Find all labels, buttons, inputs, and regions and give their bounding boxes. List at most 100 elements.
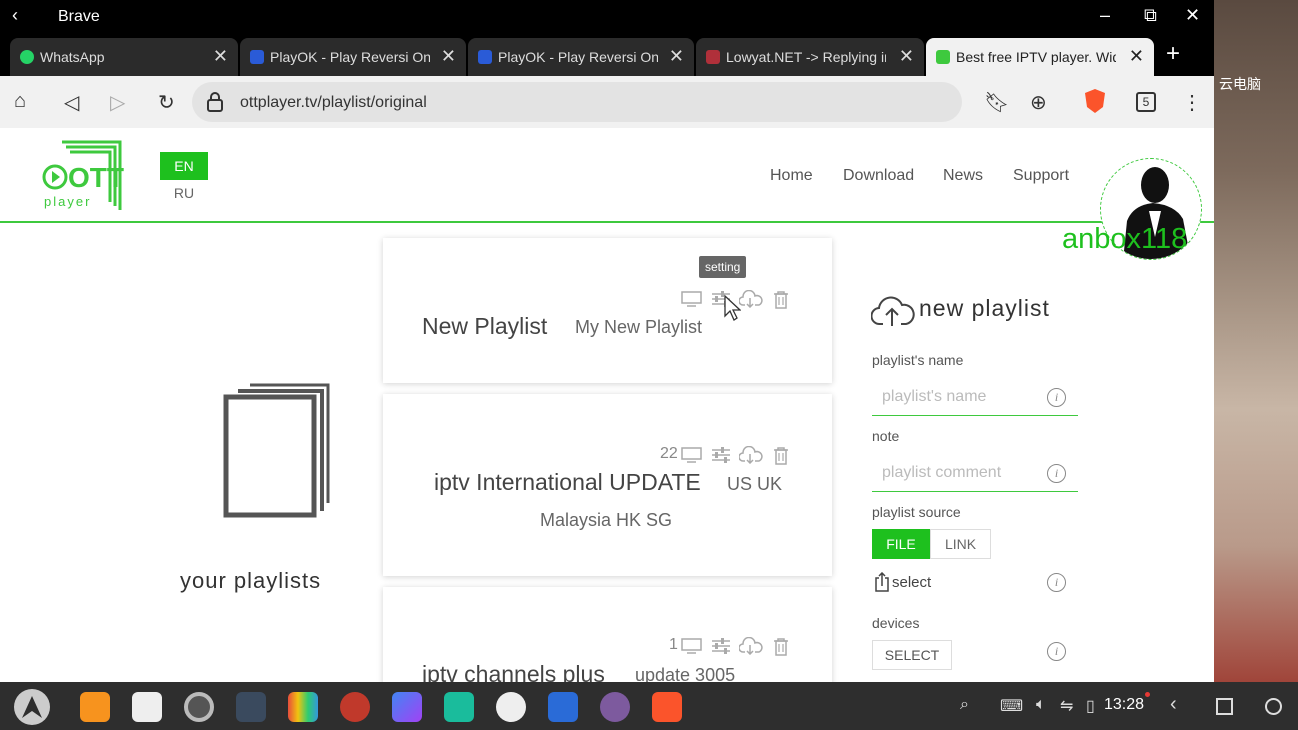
back-arrow-icon[interactable]: ‹ bbox=[12, 5, 18, 26]
lowyat-icon bbox=[706, 50, 720, 64]
home-nav-icon[interactable] bbox=[1265, 698, 1282, 715]
notification-dot bbox=[1145, 692, 1150, 697]
tab-playok-2[interactable]: PlayOK - Play Reversi Online ✕ bbox=[468, 38, 694, 76]
forward-icon[interactable]: ▷ bbox=[110, 90, 125, 115]
browser-window: ‹ Brave – ⧉ ✕ WhatsApp ✕ PlayOK - Play R… bbox=[0, 0, 1214, 682]
menu-kebab-icon[interactable]: ⋮ bbox=[1182, 90, 1202, 115]
tab-label: Best free IPTV player. Widg bbox=[956, 49, 1116, 65]
notes-app-icon[interactable] bbox=[132, 692, 162, 722]
clock-app-icon[interactable] bbox=[496, 692, 526, 722]
nav-support[interactable]: Support bbox=[1013, 167, 1069, 185]
trash-icon[interactable] bbox=[773, 290, 789, 309]
close-icon[interactable]: ✕ bbox=[1185, 5, 1200, 26]
playlists-stack-icon bbox=[223, 383, 330, 518]
trash-icon[interactable] bbox=[773, 637, 789, 656]
channel-count: 22 bbox=[660, 445, 678, 462]
playlist-card[interactable]: setting New Playlist My New Playlist bbox=[383, 238, 832, 383]
lang-ru-button[interactable]: RU bbox=[160, 185, 208, 201]
playlist-card[interactable]: 22 iptv International UPDATE US UK Malay… bbox=[383, 394, 832, 576]
source-file-button[interactable]: FILE bbox=[872, 529, 930, 559]
recents-icon[interactable] bbox=[1216, 698, 1233, 715]
logo-subtext: player bbox=[44, 194, 92, 209]
cloud-upload-icon bbox=[871, 296, 915, 326]
tab-lowyat[interactable]: Lowyat.NET -> Replying in ✕ bbox=[696, 38, 924, 76]
playlist-note: My New Playlist bbox=[575, 317, 703, 337]
settings-sliders-icon[interactable] bbox=[711, 446, 731, 464]
tab-label: PlayOK - Play Reversi Online bbox=[270, 49, 430, 65]
close-tab-icon[interactable]: ✕ bbox=[441, 46, 456, 67]
battery-icon: ▯ bbox=[1086, 698, 1095, 715]
ottplayer-icon bbox=[936, 50, 950, 64]
cloud-download-icon[interactable] bbox=[739, 446, 763, 464]
tab-ottplayer[interactable]: Best free IPTV player. Widg ✕ bbox=[926, 38, 1154, 76]
files-app-icon[interactable] bbox=[80, 692, 110, 722]
cloud-download-icon[interactable] bbox=[739, 290, 763, 308]
info-icon[interactable]: i bbox=[1047, 464, 1066, 483]
address-bar[interactable]: ottplayer.tv/playlist/original bbox=[192, 82, 962, 122]
home-icon[interactable]: ⌂ bbox=[14, 90, 26, 113]
note-label: note bbox=[872, 428, 900, 444]
info-icon[interactable]: i bbox=[1047, 642, 1066, 661]
tv-icon[interactable] bbox=[681, 446, 703, 464]
tab-label: PlayOK - Play Reversi Online bbox=[498, 49, 658, 65]
close-tab-icon[interactable]: ✕ bbox=[899, 46, 914, 67]
nav-home[interactable]: Home bbox=[770, 167, 813, 185]
back-nav-icon[interactable]: ‹ bbox=[1170, 693, 1177, 716]
select-file-link[interactable]: select bbox=[892, 574, 931, 591]
cloud-download-icon[interactable] bbox=[739, 637, 763, 655]
volume-icon[interactable]: 🔈︎ bbox=[1036, 696, 1046, 714]
tv-icon[interactable] bbox=[681, 637, 703, 655]
new-tab-icon[interactable]: + bbox=[1166, 40, 1180, 68]
ottplayer-logo[interactable]: OTT player bbox=[42, 138, 124, 214]
devices-select-button[interactable]: SELECT bbox=[872, 640, 952, 670]
close-tab-icon[interactable]: ✕ bbox=[669, 46, 684, 67]
close-tab-icon[interactable]: ✕ bbox=[213, 46, 228, 67]
channel-count: 1 bbox=[669, 636, 678, 653]
game-app-icon[interactable] bbox=[340, 692, 370, 722]
tab-playok-1[interactable]: PlayOK - Play Reversi Online ✕ bbox=[240, 38, 466, 76]
username[interactable]: anbox118 bbox=[1062, 223, 1187, 256]
lock-icon bbox=[207, 92, 223, 112]
download-icon[interactable]: ⊕ bbox=[1030, 90, 1047, 115]
whatsapp-icon bbox=[20, 50, 34, 64]
start-menu-icon[interactable] bbox=[14, 689, 50, 725]
brave-app-icon[interactable] bbox=[652, 692, 682, 722]
playlist-note: US UK bbox=[727, 474, 783, 494]
playlist-card[interactable]: 1 iptv channels plus update 3005 bbox=[383, 587, 832, 682]
trash-icon[interactable] bbox=[773, 446, 789, 465]
back-icon[interactable]: ◁ bbox=[64, 90, 79, 115]
close-tab-icon[interactable]: ✕ bbox=[1129, 46, 1144, 67]
info-icon[interactable]: i bbox=[1047, 573, 1066, 592]
minimize-icon[interactable]: – bbox=[1100, 5, 1110, 26]
lang-en-button[interactable]: EN bbox=[160, 152, 208, 180]
n-news-app-icon[interactable] bbox=[444, 692, 474, 722]
maximize-icon[interactable]: ⧉ bbox=[1144, 5, 1157, 26]
search-icon[interactable]: ⌕ bbox=[960, 696, 969, 714]
tv-app-icon[interactable] bbox=[288, 692, 318, 722]
n-app-icon[interactable] bbox=[236, 692, 266, 722]
playlist-note-2: Malaysia HK SG bbox=[540, 510, 673, 530]
bookmark-icon[interactable]: 🔖︎ bbox=[984, 90, 1009, 115]
keyboard-icon[interactable]: ⌨ bbox=[1000, 696, 1023, 716]
q-app-icon[interactable] bbox=[548, 692, 578, 722]
upload-file-icon bbox=[875, 572, 889, 592]
info-icon[interactable]: i bbox=[1047, 388, 1066, 407]
nav-download[interactable]: Download bbox=[843, 167, 914, 185]
settings-app-icon[interactable] bbox=[184, 692, 214, 722]
address-toolbar: ⌂ ◁ ▷ ↻ ottplayer.tv/playlist/original 🔖… bbox=[0, 76, 1214, 128]
playlist-title: New Playlist bbox=[422, 313, 548, 339]
clock-time: 13:28 bbox=[1104, 696, 1145, 713]
brave-shield-icon[interactable] bbox=[1084, 88, 1106, 114]
network-icon[interactable]: ⇋ bbox=[1060, 696, 1073, 716]
nav-news[interactable]: News bbox=[943, 167, 983, 185]
title-bar: ‹ Brave – ⧉ ✕ bbox=[0, 0, 1214, 35]
source-link-button[interactable]: LINK bbox=[930, 529, 991, 559]
reload-icon[interactable]: ↻ bbox=[158, 90, 175, 115]
play-store-icon[interactable] bbox=[392, 692, 422, 722]
tab-count-badge[interactable]: 5 bbox=[1136, 92, 1156, 112]
url-text: ottplayer.tv/playlist/original bbox=[240, 94, 427, 111]
emulator-app-icon[interactable] bbox=[600, 692, 630, 722]
tab-whatsapp[interactable]: WhatsApp ✕ bbox=[10, 38, 238, 76]
tv-icon[interactable] bbox=[681, 290, 703, 308]
settings-sliders-icon[interactable] bbox=[711, 637, 731, 655]
